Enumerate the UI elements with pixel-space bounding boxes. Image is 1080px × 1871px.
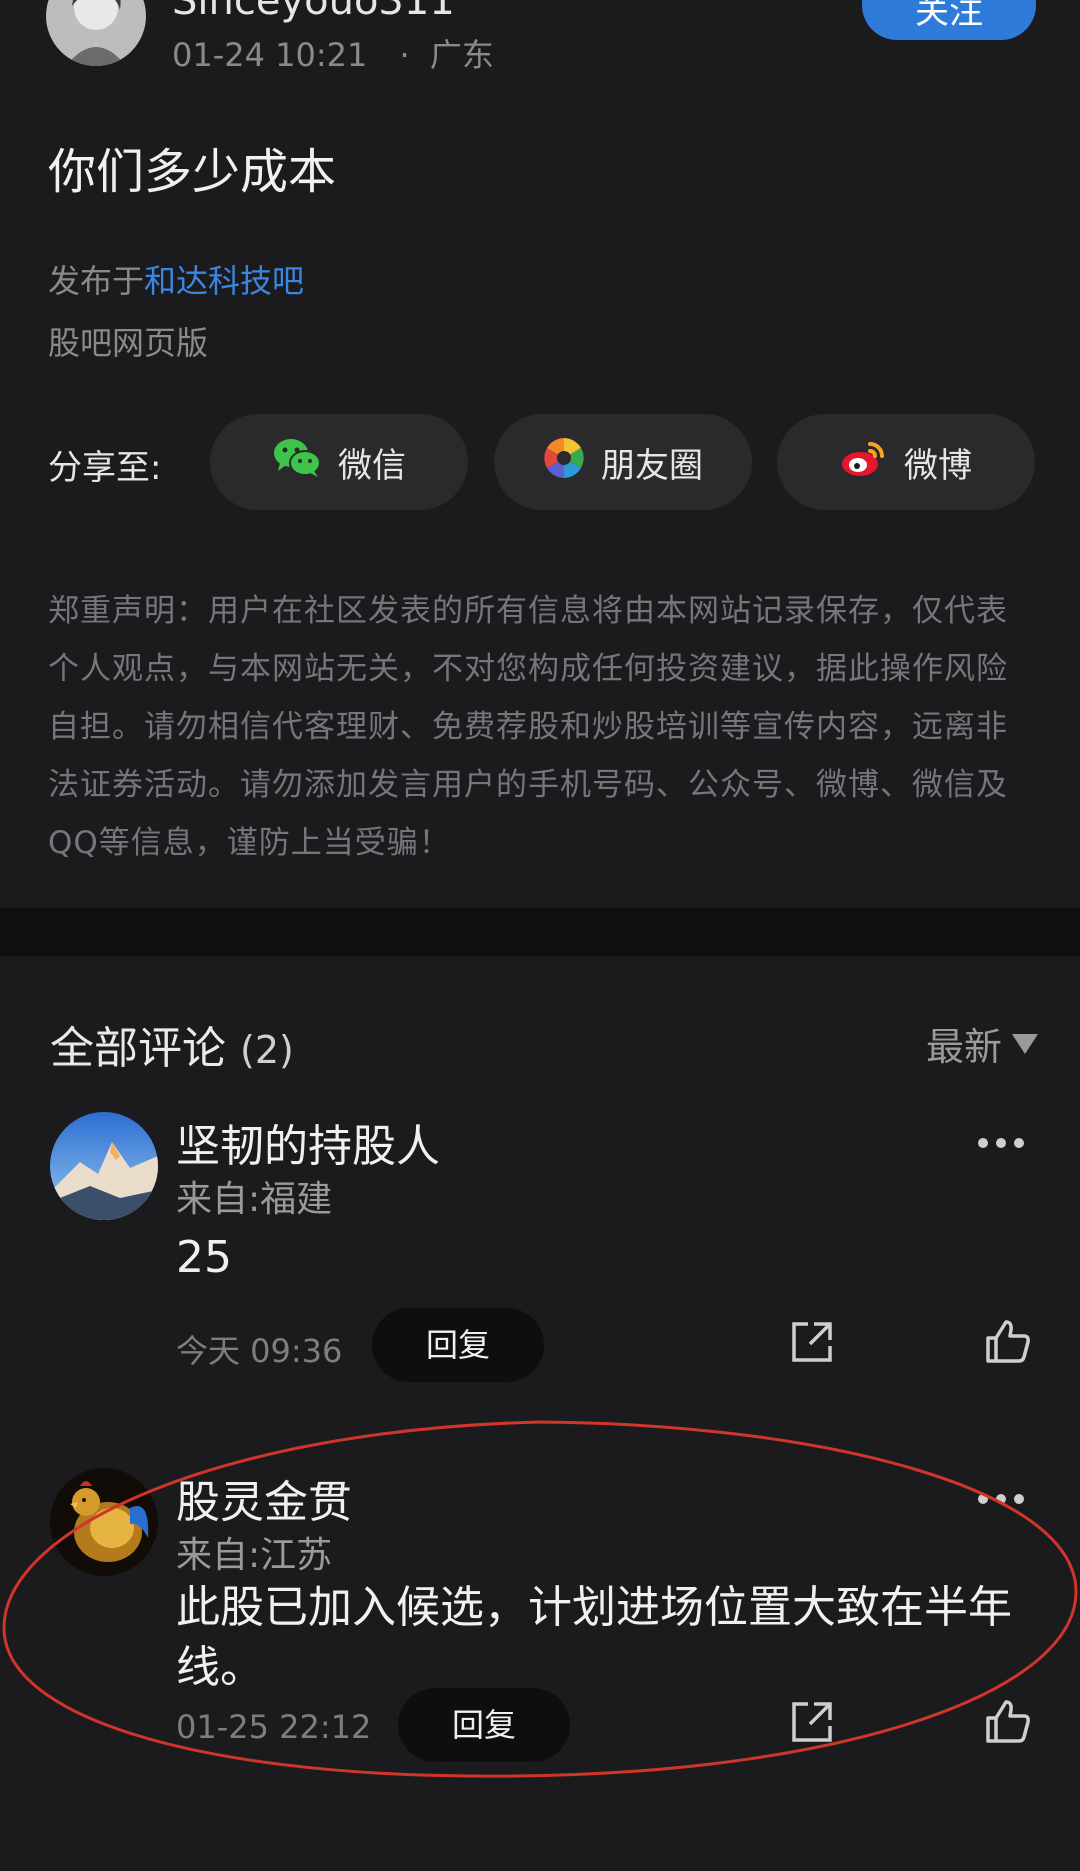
reply-button[interactable]: 回复 bbox=[372, 1308, 544, 1382]
author-name[interactable]: Sinceyouo311 bbox=[172, 0, 455, 24]
meta-separator: · bbox=[399, 36, 410, 74]
commenter-avatar[interactable] bbox=[50, 1468, 158, 1576]
share-icon[interactable] bbox=[790, 1700, 834, 1748]
published-in: 发布于和达科技吧 bbox=[48, 256, 304, 302]
section-divider bbox=[0, 908, 1080, 956]
reply-button[interactable]: 回复 bbox=[398, 1688, 570, 1762]
share-weibo-button[interactable]: 微博 bbox=[777, 414, 1035, 510]
share-wechat-button[interactable]: 微信 bbox=[210, 414, 468, 510]
caret-down-icon bbox=[1012, 1033, 1038, 1054]
comments-count: (2) bbox=[240, 1028, 294, 1072]
like-icon[interactable] bbox=[984, 1698, 1032, 1748]
post-date: 01-24 10:21 bbox=[172, 36, 368, 74]
share-weibo-label: 微博 bbox=[904, 445, 972, 486]
post-location: 广东 bbox=[429, 36, 494, 74]
moments-icon bbox=[543, 437, 585, 488]
sort-label: 最新 bbox=[925, 1025, 1002, 1069]
post-source: 股吧网页版 bbox=[48, 324, 209, 362]
forum-link[interactable]: 和达科技吧 bbox=[144, 262, 304, 300]
share-wechat-label: 微信 bbox=[338, 445, 406, 486]
comment-time: 01-25 22:12 bbox=[176, 1708, 372, 1746]
comments-title-text: 全部评论 bbox=[50, 1023, 226, 1074]
commenter-name[interactable]: 坚韧的持股人 bbox=[176, 1110, 440, 1174]
share-moments-label: 朋友圈 bbox=[601, 445, 703, 486]
more-options-icon[interactable] bbox=[978, 1494, 1024, 1504]
comment-text: 此股已加入候选，计划进场位置大致在半年线。 bbox=[176, 1582, 1012, 1693]
published-prefix: 发布于 bbox=[48, 262, 145, 300]
wechat-icon bbox=[272, 437, 322, 488]
commenter-location: 来自:福建 bbox=[176, 1179, 333, 1220]
share-label: 分享至: bbox=[48, 448, 162, 488]
follow-button[interactable]: 关注 bbox=[862, 0, 1036, 40]
more-options-icon[interactable] bbox=[978, 1138, 1024, 1148]
like-icon[interactable] bbox=[984, 1318, 1032, 1368]
comments-section: 全部评论 (2) 最新 坚韧的持股人 来自:福建 25 今天 09:36 回复 … bbox=[0, 956, 1080, 1871]
commenter-name[interactable]: 股灵金贯 bbox=[176, 1466, 352, 1530]
share-moments-button[interactable]: 朋友圈 bbox=[494, 414, 752, 510]
post-meta: 01-24 10:21 · 广东 bbox=[172, 30, 494, 76]
author-avatar[interactable] bbox=[46, 0, 146, 66]
comments-title: 全部评论 (2) bbox=[50, 1012, 294, 1076]
share-icon[interactable] bbox=[790, 1320, 834, 1368]
commenter-location: 来自:江苏 bbox=[176, 1535, 333, 1576]
post-content: 你们多少成本 bbox=[48, 144, 337, 200]
comment-time: 今天 09:36 bbox=[176, 1332, 343, 1370]
comment-text: 25 bbox=[176, 1232, 232, 1283]
weibo-icon bbox=[840, 438, 888, 487]
disclaimer-text: 郑重声明：用户在社区发表的所有信息将由本网站记录保存，仅代表个人观点，与本网站无… bbox=[48, 593, 1008, 861]
sort-dropdown[interactable]: 最新 bbox=[926, 1016, 1038, 1071]
commenter-avatar[interactable] bbox=[50, 1112, 158, 1220]
post-card: Sinceyouo311 01-24 10:21 · 广东 关注 你们多少成本 … bbox=[0, 0, 1080, 908]
